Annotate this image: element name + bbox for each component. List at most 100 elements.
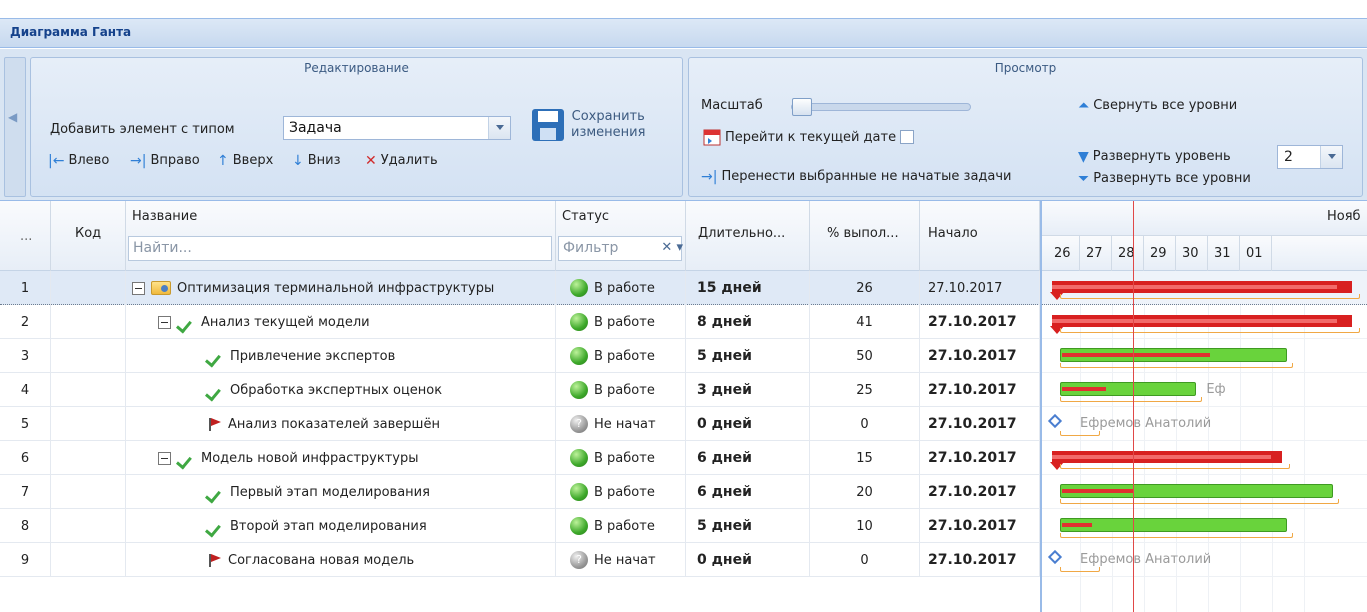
row-status-cell[interactable]: В работе xyxy=(556,475,686,509)
table-row[interactable]: 9 Согласована новая модель? Не начат 0 дней… xyxy=(0,543,1040,577)
row-name-cell[interactable]: Анализ показателей завершён xyxy=(126,407,556,441)
task-bar[interactable] xyxy=(1060,518,1288,532)
row-duration[interactable]: 6 дней xyxy=(686,441,810,475)
column-percent-header[interactable]: % выпол... xyxy=(810,201,920,271)
row-status-cell[interactable]: В работе xyxy=(556,339,686,373)
row-status-cell[interactable]: ? Не начат xyxy=(556,543,686,577)
chevron-down-icon[interactable] xyxy=(1320,146,1342,168)
row-name-cell[interactable]: Анализ текущей модели xyxy=(126,305,556,339)
row-duration[interactable]: 0 дней xyxy=(686,543,810,577)
move-down-label: Вниз xyxy=(307,153,341,168)
row-percent[interactable]: 50 xyxy=(810,339,920,373)
column-menu-header[interactable]: ... xyxy=(0,201,51,271)
row-status-cell[interactable]: В работе xyxy=(556,441,686,475)
row-start[interactable]: 27.10.2017 xyxy=(920,475,1040,509)
column-start-header[interactable]: Начало xyxy=(920,201,1040,271)
row-percent[interactable]: 26 xyxy=(810,271,920,305)
gantt-day-label: 31 xyxy=(1208,236,1240,271)
row-name-cell[interactable]: Модель новой инфраструктуры xyxy=(126,441,556,475)
row-duration[interactable]: 8 дней xyxy=(686,305,810,339)
row-percent[interactable]: 0 xyxy=(810,543,920,577)
move-up-button[interactable]: ↑ Вверх xyxy=(217,153,273,168)
row-start[interactable]: 27.10.2017 xyxy=(920,543,1040,577)
table-row[interactable]: 3 Привлечение экспертов В работе 5 дней 50 27… xyxy=(0,339,1040,373)
expand-all-button[interactable]: ⏷ Развернуть все уровни xyxy=(1078,171,1251,186)
row-code[interactable] xyxy=(51,543,126,577)
row-code[interactable] xyxy=(51,305,126,339)
row-code[interactable] xyxy=(51,339,126,373)
row-start[interactable]: 27.10.2017 xyxy=(920,407,1040,441)
row-code[interactable] xyxy=(51,441,126,475)
row-name-cell[interactable]: Привлечение экспертов xyxy=(126,339,556,373)
move-right-button[interactable]: →| Вправо xyxy=(130,153,200,168)
move-down-button[interactable]: ↓ Вниз xyxy=(292,153,341,168)
collapse-toggle-icon[interactable] xyxy=(158,315,171,329)
delete-button[interactable]: ✕ Удалить xyxy=(365,153,438,168)
table-row[interactable]: 4 Обработка экспертных оценок В работе 3 дн… xyxy=(0,373,1040,407)
row-code[interactable] xyxy=(51,407,126,441)
row-start[interactable]: 27.10.2017 xyxy=(920,441,1040,475)
row-percent[interactable]: 15 xyxy=(810,441,920,475)
scale-slider-thumb[interactable] xyxy=(792,98,812,116)
row-percent[interactable]: 25 xyxy=(810,373,920,407)
table-row[interactable]: 2 Анализ текущей модели В работе 8 дней 41 27… xyxy=(0,305,1040,339)
element-type-select[interactable]: Задача xyxy=(283,116,511,140)
row-status-cell[interactable]: В работе xyxy=(556,305,686,339)
row-duration[interactable]: 5 дней xyxy=(686,509,810,543)
row-percent[interactable]: 0 xyxy=(810,407,920,441)
row-name-cell[interactable]: Оптимизация терминальной инфраструктуры xyxy=(126,271,556,305)
row-status-cell[interactable]: ? Не начат xyxy=(556,407,686,441)
save-changes-button[interactable]: Сохранить изменения xyxy=(531,108,645,142)
expand-level-button[interactable]: ▼ Развернуть уровень xyxy=(1078,149,1231,164)
row-percent[interactable]: 10 xyxy=(810,509,920,543)
row-name-cell[interactable]: Второй этап моделирования xyxy=(126,509,556,543)
chevron-down-icon[interactable]: ▾ xyxy=(676,240,683,255)
row-status-cell[interactable]: В работе xyxy=(556,509,686,543)
collapse-all-button[interactable]: ⏶ Свернуть все уровни xyxy=(1078,98,1237,113)
row-duration[interactable]: 3 дней xyxy=(686,373,810,407)
name-search-input[interactable]: Найти... xyxy=(128,236,552,261)
row-name-cell[interactable]: Обработка экспертных оценок xyxy=(126,373,556,407)
table-row[interactable]: 8 Второй этап моделирования В работе 5 дней… xyxy=(0,509,1040,543)
row-start[interactable]: 27.10.2017 xyxy=(920,271,1040,305)
row-code[interactable] xyxy=(51,373,126,407)
collapse-toggle-icon[interactable] xyxy=(158,451,171,465)
row-duration[interactable]: 0 дней xyxy=(686,407,810,441)
collapse-toggle-icon[interactable] xyxy=(132,281,145,295)
row-code[interactable] xyxy=(51,271,126,305)
milestone-diamond-icon[interactable] xyxy=(1047,413,1063,429)
clear-x-icon[interactable]: ✕ xyxy=(661,240,672,255)
goto-today-button[interactable]: Перейти к текущей дате xyxy=(703,128,915,146)
column-name-header[interactable]: Название Найти... xyxy=(126,201,556,271)
row-duration[interactable]: 6 дней xyxy=(686,475,810,509)
expand-level-select[interactable]: 2 xyxy=(1277,145,1343,169)
column-duration-header[interactable]: Длительно... xyxy=(686,201,810,271)
table-row[interactable]: 1 Оптимизация терминальной инфраструктуры… xyxy=(0,271,1040,305)
scale-slider[interactable] xyxy=(791,98,971,116)
move-left-button[interactable]: |← Влево xyxy=(48,153,109,168)
row-percent[interactable]: 20 xyxy=(810,475,920,509)
row-duration[interactable]: 15 дней xyxy=(686,271,810,305)
row-start[interactable]: 27.10.2017 xyxy=(920,373,1040,407)
milestone-diamond-icon[interactable] xyxy=(1047,549,1063,565)
row-duration[interactable]: 5 дней xyxy=(686,339,810,373)
row-start[interactable]: 27.10.2017 xyxy=(920,509,1040,543)
goto-today-checkbox[interactable] xyxy=(900,130,915,144)
move-tasks-button[interactable]: →| Перенести выбранные не начатые задачи xyxy=(701,169,1012,184)
row-name-cell[interactable]: Согласована новая модель xyxy=(126,543,556,577)
ribbon-collapse-button[interactable]: ◀ xyxy=(4,57,26,197)
row-status-cell[interactable]: В работе xyxy=(556,271,686,305)
row-name-cell[interactable]: Первый этап моделирования xyxy=(126,475,556,509)
row-start[interactable]: 27.10.2017 xyxy=(920,339,1040,373)
row-status-cell[interactable]: В работе xyxy=(556,373,686,407)
row-percent[interactable]: 41 xyxy=(810,305,920,339)
column-code-header[interactable]: Код xyxy=(51,201,126,271)
row-code[interactable] xyxy=(51,475,126,509)
table-row[interactable]: 6 Модель новой инфраструктуры В работе 6 дн… xyxy=(0,441,1040,475)
column-status-header[interactable]: Статус Фильтр ✕ ▾ xyxy=(556,201,686,271)
chevron-down-icon[interactable] xyxy=(488,117,510,139)
table-row[interactable]: 5 Анализ показателей завершён? Не начат 0 д… xyxy=(0,407,1040,441)
row-start[interactable]: 27.10.2017 xyxy=(920,305,1040,339)
row-code[interactable] xyxy=(51,509,126,543)
table-row[interactable]: 7 Первый этап моделирования В работе 6 дней… xyxy=(0,475,1040,509)
